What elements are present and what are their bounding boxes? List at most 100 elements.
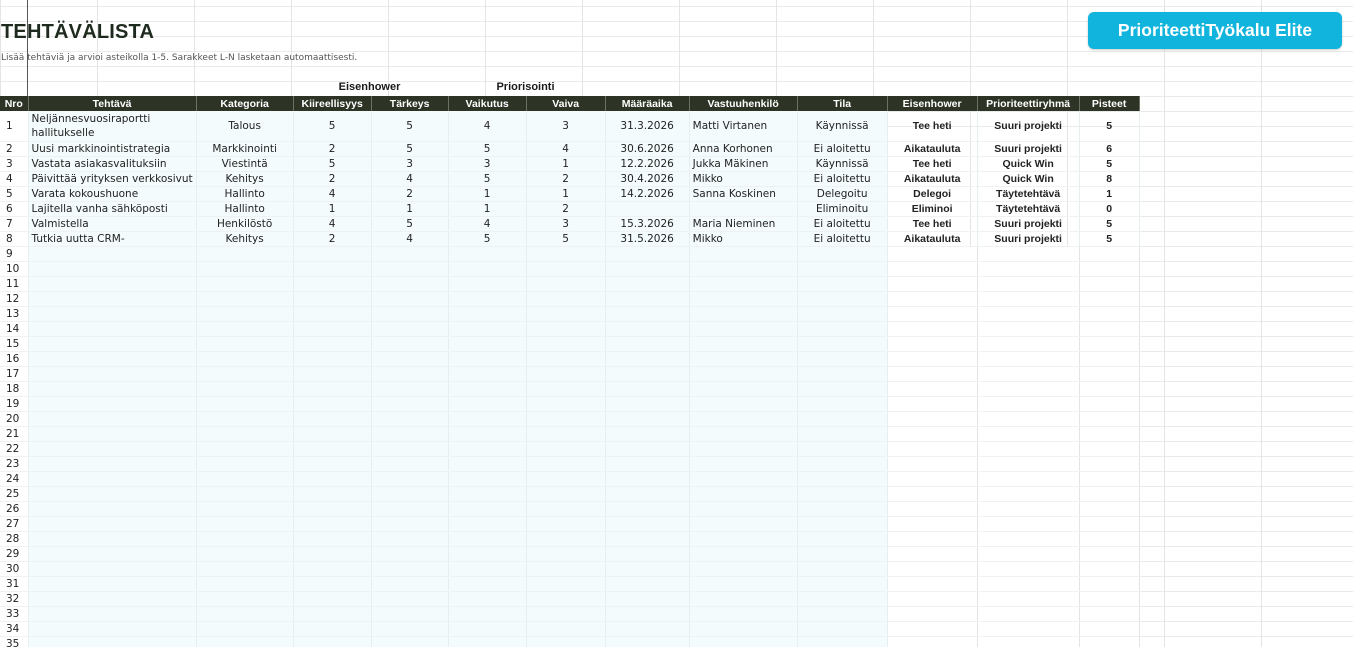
cell-eisenhower-result[interactable]: Tee heti — [887, 156, 978, 172]
cell-empty[interactable] — [689, 426, 798, 442]
cell-nro[interactable]: 28 — [0, 531, 29, 547]
cell-empty[interactable] — [605, 531, 690, 547]
cell-empty[interactable] — [448, 576, 527, 592]
cell-empty[interactable] — [196, 426, 294, 442]
cell-empty[interactable] — [293, 351, 372, 367]
cell-nro[interactable]: 16 — [0, 351, 29, 367]
cell-category[interactable]: Kehitys — [196, 171, 294, 187]
column-header-8[interactable]: Vastuuhenkilö — [689, 96, 798, 111]
cell-empty[interactable] — [448, 351, 527, 367]
cell-nro[interactable]: 24 — [0, 471, 29, 487]
cell-empty[interactable] — [448, 426, 527, 442]
cell-impact[interactable]: 1 — [448, 201, 527, 217]
empty-row[interactable]: 9 — [0, 246, 1140, 262]
empty-row[interactable]: 24 — [0, 471, 1140, 487]
cell-empty[interactable] — [977, 291, 1080, 307]
cell-empty[interactable] — [689, 306, 798, 322]
column-header-3[interactable]: Kiireellisyys — [293, 96, 372, 111]
cell-empty[interactable] — [196, 276, 294, 292]
empty-row[interactable]: 16 — [0, 351, 1140, 367]
cell-empty[interactable] — [448, 396, 527, 412]
cell-empty[interactable] — [977, 456, 1080, 472]
cell-empty[interactable] — [797, 516, 888, 532]
cell-nro[interactable]: 13 — [0, 306, 29, 322]
cell-empty[interactable] — [1079, 366, 1140, 382]
cell-empty[interactable] — [448, 246, 527, 262]
cell-empty[interactable] — [293, 516, 372, 532]
cell-empty[interactable] — [371, 531, 449, 547]
cell-deadline[interactable] — [605, 201, 690, 217]
cell-impact[interactable]: 1 — [448, 186, 527, 202]
cell-empty[interactable] — [605, 606, 690, 622]
cell-empty[interactable] — [689, 606, 798, 622]
cell-empty[interactable] — [448, 456, 527, 472]
cell-empty[interactable] — [448, 381, 527, 397]
cell-empty[interactable] — [526, 576, 606, 592]
cell-empty[interactable] — [293, 366, 372, 382]
cell-empty[interactable] — [448, 516, 527, 532]
cell-empty[interactable] — [371, 516, 449, 532]
cell-nro[interactable]: 9 — [0, 246, 29, 262]
cell-urgency[interactable]: 5 — [293, 156, 372, 172]
cell-nro[interactable]: 14 — [0, 321, 29, 337]
cell-nro[interactable]: 33 — [0, 606, 29, 622]
cell-eisenhower-result[interactable]: Delegoi — [887, 186, 978, 202]
cell-priority-group[interactable]: Quick Win — [977, 171, 1080, 187]
cell-empty[interactable] — [28, 636, 197, 647]
cell-empty[interactable] — [977, 561, 1080, 577]
cell-empty[interactable] — [448, 261, 527, 277]
cell-empty[interactable] — [797, 531, 888, 547]
cell-impact[interactable]: 5 — [448, 171, 527, 187]
cell-empty[interactable] — [526, 276, 606, 292]
cell-empty[interactable] — [605, 426, 690, 442]
cell-assignee[interactable]: Matti Virtanen — [689, 111, 798, 142]
cell-empty[interactable] — [526, 546, 606, 562]
cell-assignee[interactable]: Maria Nieminen — [689, 216, 798, 232]
cell-task-name[interactable]: Vastata asiakasvalituksiin — [28, 156, 197, 172]
cell-empty[interactable] — [293, 621, 372, 637]
cell-empty[interactable] — [689, 516, 798, 532]
cell-score[interactable]: 8 — [1079, 171, 1140, 187]
cell-empty[interactable] — [1079, 456, 1140, 472]
cell-empty[interactable] — [1079, 306, 1140, 322]
cell-empty[interactable] — [797, 291, 888, 307]
cell-empty[interactable] — [605, 351, 690, 367]
cell-empty[interactable] — [887, 621, 978, 637]
cell-empty[interactable] — [887, 471, 978, 487]
cell-nro[interactable]: 11 — [0, 276, 29, 292]
cell-empty[interactable] — [689, 261, 798, 277]
empty-row[interactable]: 17 — [0, 366, 1140, 382]
column-header-12[interactable]: Pisteet — [1079, 96, 1140, 111]
cell-empty[interactable] — [605, 636, 690, 647]
cell-empty[interactable] — [689, 366, 798, 382]
cell-empty[interactable] — [797, 591, 888, 607]
empty-row[interactable]: 20 — [0, 411, 1140, 427]
cell-empty[interactable] — [293, 381, 372, 397]
cell-task-name[interactable]: Neljännesvuosiraportti hallitukselle — [28, 111, 197, 142]
cell-empty[interactable] — [605, 336, 690, 352]
cell-empty[interactable] — [196, 531, 294, 547]
cell-nro[interactable]: 20 — [0, 411, 29, 427]
cell-status[interactable]: Käynnissä — [797, 111, 888, 142]
cell-nro[interactable]: 7 — [0, 216, 29, 232]
cell-empty[interactable] — [196, 351, 294, 367]
cell-empty[interactable] — [526, 486, 606, 502]
cell-empty[interactable] — [605, 486, 690, 502]
cell-priority-group[interactable]: Suuri projekti — [977, 141, 1080, 157]
cell-score[interactable]: 5 — [1079, 156, 1140, 172]
cell-empty[interactable] — [526, 456, 606, 472]
cell-empty[interactable] — [1079, 621, 1140, 637]
cell-nro[interactable]: 27 — [0, 516, 29, 532]
cell-empty[interactable] — [605, 366, 690, 382]
cell-empty[interactable] — [977, 576, 1080, 592]
table-row[interactable]: 4 Päivittää yrityksen verkkosivut Kehitys 2… — [0, 171, 1140, 187]
cell-empty[interactable] — [1079, 606, 1140, 622]
cell-assignee[interactable]: Mikko — [689, 171, 798, 187]
cell-empty[interactable] — [293, 441, 372, 457]
cell-priority-group[interactable]: Suuri projekti — [977, 111, 1080, 142]
cell-task-name[interactable]: Varata kokoushuone — [28, 186, 197, 202]
cell-empty[interactable] — [371, 336, 449, 352]
cell-nro[interactable]: 10 — [0, 261, 29, 277]
cell-importance[interactable]: 1 — [371, 201, 449, 217]
cell-empty[interactable] — [448, 366, 527, 382]
